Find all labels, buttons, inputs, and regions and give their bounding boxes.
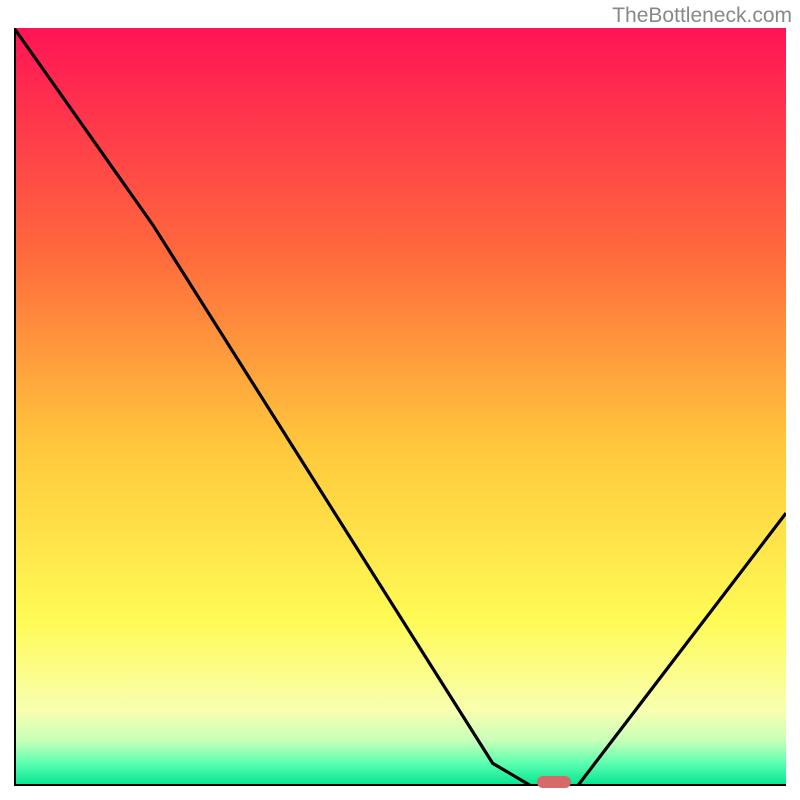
chart-container: TheBottleneck.com bbox=[0, 0, 800, 800]
chart-plot-area bbox=[14, 28, 786, 786]
watermark-text: TheBottleneck.com bbox=[612, 4, 792, 28]
optimal-marker bbox=[537, 776, 571, 788]
chart-axes bbox=[14, 28, 786, 786]
